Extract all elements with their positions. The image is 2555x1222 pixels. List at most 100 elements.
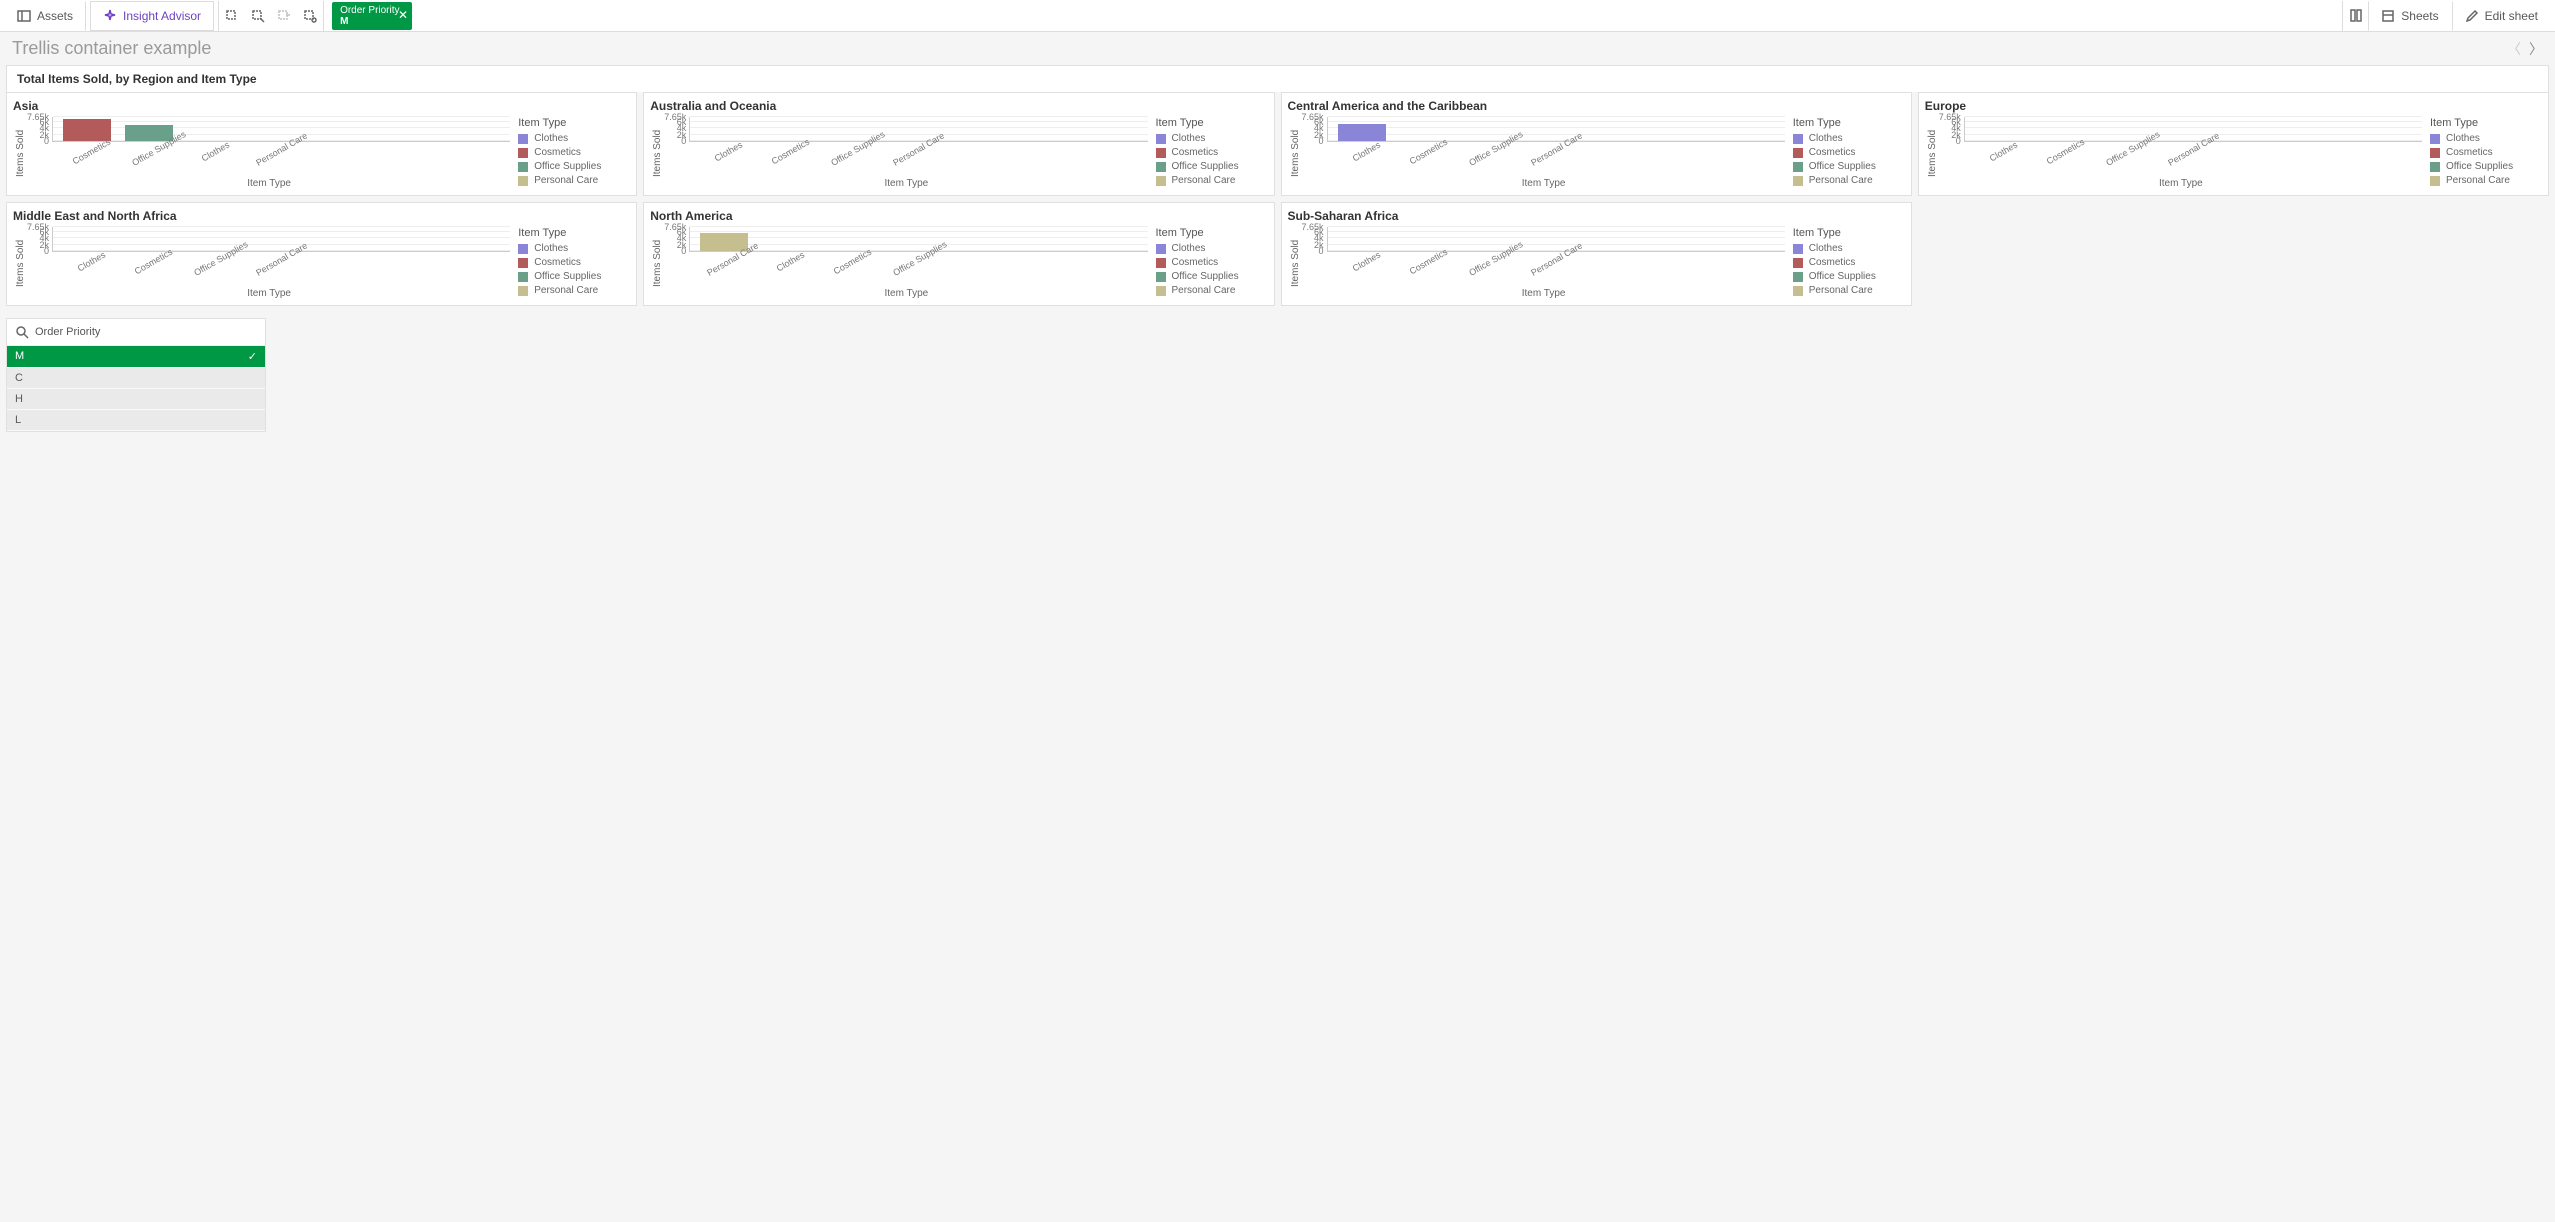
legend-item[interactable]: Office Supplies [1156,271,1268,282]
legend-label: Cosmetics [1172,257,1219,268]
panel-title: Europe [1925,99,2542,113]
legend-title: Item Type [1156,227,1268,239]
legend-item[interactable]: Personal Care [518,285,630,296]
legend-item[interactable]: Office Supplies [1793,271,1905,282]
legend-label: Personal Care [1809,285,1873,296]
insight-advisor-button[interactable]: Insight Advisor [90,1,214,31]
legend-item[interactable]: Clothes [518,133,630,144]
legend-swatch [1156,134,1166,144]
step-fwd-icon[interactable] [297,1,323,31]
legend-label: Personal Care [534,175,598,186]
legend-label: Office Supplies [1172,271,1239,282]
legend-item[interactable]: Personal Care [518,175,630,186]
top-toolbar: Assets Insight Advisor Order Priority M … [0,0,2555,32]
prev-sheet-icon[interactable]: 〈 [2507,39,2521,59]
edit-sheet-button[interactable]: Edit sheet [2452,1,2551,31]
legend-label: Personal Care [2446,175,2510,186]
legend-item[interactable]: Cosmetics [518,147,630,158]
lasso-select-icon[interactable] [245,1,271,31]
legend-label: Cosmetics [2446,147,2493,158]
legend-label: Clothes [1172,133,1206,144]
assets-button[interactable]: Assets [4,1,86,31]
legend-swatch [2430,134,2440,144]
legend-swatch [1793,286,1803,296]
legend-item[interactable]: Clothes [1156,133,1268,144]
legend-swatch [1793,176,1803,186]
selection-chip[interactable]: Order Priority M ✕ [332,2,412,30]
legend-item[interactable]: Cosmetics [1156,147,1268,158]
legend-swatch [1793,134,1803,144]
legend-swatch [1793,162,1803,172]
legend-swatch [1156,286,1166,296]
bookmarks-icon[interactable] [2342,1,2368,31]
legend-item[interactable]: Office Supplies [518,161,630,172]
legend-item[interactable]: Personal Care [2430,175,2542,186]
legend-swatch [1156,176,1166,186]
legend-item[interactable]: Personal Care [1793,285,1905,296]
legend-swatch [2430,162,2440,172]
y-tick: 7.65k [662,112,686,122]
panel-title: Asia [13,99,630,113]
y-tick: 7.65k [1300,112,1324,122]
legend-item[interactable]: Cosmetics [1793,257,1905,268]
legend-swatch [1793,272,1803,282]
legend-item[interactable]: Office Supplies [1793,161,1905,172]
chip-value: M [340,16,404,27]
legend-item[interactable]: Office Supplies [2430,161,2542,172]
legend-item[interactable]: Clothes [1156,243,1268,254]
legend-item[interactable]: Office Supplies [518,271,630,282]
filter-option[interactable]: L [7,410,265,431]
legend-label: Personal Care [1172,285,1236,296]
legend-item[interactable]: Cosmetics [2430,147,2542,158]
chart-panel[interactable]: Sub-Saharan AfricaItems Sold02k4k6k7.65k… [1281,202,1912,306]
legend-label: Office Supplies [1809,271,1876,282]
smart-select-icon[interactable] [219,1,245,31]
search-icon[interactable] [15,325,29,339]
pencil-icon [2465,9,2479,23]
chart-panel[interactable]: EuropeItems Sold02k4k6k7.65kClothesCosme… [1918,92,2549,196]
next-sheet-icon[interactable]: 〉 [2529,39,2543,59]
legend-item[interactable]: Cosmetics [1793,147,1905,158]
legend-item[interactable]: Office Supplies [1156,161,1268,172]
legend-item[interactable]: Personal Care [1156,285,1268,296]
sheet-icon [2381,9,2395,23]
legend-label: Clothes [534,243,568,254]
legend-label: Clothes [1809,243,1843,254]
chart-panel[interactable]: North AmericaItems Sold02k4k6k7.65kPerso… [643,202,1274,306]
filter-title: Order Priority [35,326,100,338]
legend-item[interactable]: Clothes [518,243,630,254]
legend-label: Personal Care [1172,175,1236,186]
chart-panel[interactable]: Central America and the CaribbeanItems S… [1281,92,1912,196]
legend-item[interactable]: Clothes [2430,133,2542,144]
legend-swatch [2430,148,2440,158]
legend-label: Cosmetics [1809,147,1856,158]
legend-swatch [2430,176,2440,186]
step-back-icon[interactable] [271,1,297,31]
legend-swatch [1793,148,1803,158]
trellis-container: AsiaItems Sold02k4k6k7.65kCosmeticsOffic… [0,92,2555,312]
filter-option[interactable]: C [7,368,265,389]
legend-item[interactable]: Personal Care [1793,175,1905,186]
legend-item[interactable]: Cosmetics [1156,257,1268,268]
chart-panel[interactable]: AsiaItems Sold02k4k6k7.65kCosmeticsOffic… [6,92,637,196]
chart-panel[interactable]: Middle East and North AfricaItems Sold02… [6,202,637,306]
close-icon[interactable]: ✕ [398,8,408,22]
legend-label: Cosmetics [1172,147,1219,158]
legend-swatch [1156,272,1166,282]
legend-swatch [1793,244,1803,254]
filter-option[interactable]: H [7,389,265,410]
legend-swatch [518,148,528,158]
legend-item[interactable]: Clothes [1793,133,1905,144]
legend-item[interactable]: Personal Care [1156,175,1268,186]
legend-swatch [518,272,528,282]
legend-title: Item Type [1156,117,1268,129]
legend-swatch [518,176,528,186]
chip-field: Order Priority [340,5,404,16]
legend-swatch [518,286,528,296]
legend-item[interactable]: Clothes [1793,243,1905,254]
chart-panel[interactable]: Australia and OceaniaItems Sold02k4k6k7.… [643,92,1274,196]
filter-option[interactable]: M✓ [7,346,265,368]
filter-pane: Order Priority M✓CHL [6,318,266,432]
sheets-button[interactable]: Sheets [2368,1,2451,31]
legend-item[interactable]: Cosmetics [518,257,630,268]
